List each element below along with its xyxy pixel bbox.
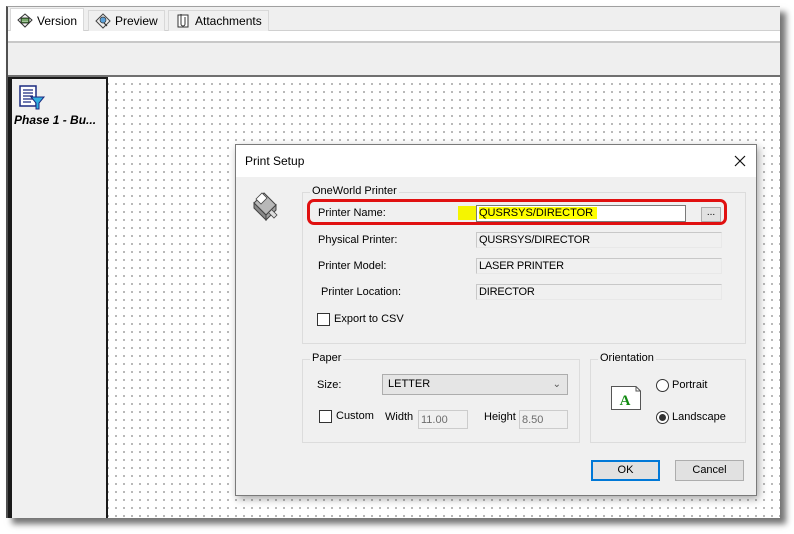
orientation-preview-icon: A <box>611 386 641 410</box>
size-label: Size: <box>317 379 342 391</box>
cancel-button[interactable]: Cancel <box>675 460 744 481</box>
paper-size-value: LETTER <box>388 378 431 390</box>
report-list-pane: Phase 1 - Bu... <box>8 77 108 518</box>
group-legend: OneWorld Printer <box>310 185 399 197</box>
report-filter-icon <box>19 85 46 110</box>
dialog-title: Print Setup <box>245 154 305 168</box>
width-input[interactable]: 11.00 <box>418 410 468 429</box>
height-label: Height <box>484 411 516 423</box>
ok-button[interactable]: OK <box>591 460 660 481</box>
landscape-radio[interactable] <box>656 411 669 424</box>
custom-size-checkbox[interactable] <box>319 410 332 423</box>
printer-location-label: Printer Location: <box>321 286 402 298</box>
tab-label: Preview <box>115 14 158 28</box>
printer-icon <box>253 192 278 221</box>
tab-content-strip <box>8 31 780 43</box>
width-label: Width <box>385 411 414 423</box>
printer-name-callout <box>307 199 727 225</box>
print-setup-dialog: Print Setup OneWorld Printer Printer Nam… <box>235 144 757 496</box>
orientation-letter: A <box>620 393 631 409</box>
tab-preview[interactable]: Preview <box>88 10 165 31</box>
export-csv-checkbox[interactable] <box>317 313 330 326</box>
physical-printer-field: QUSRSYS/DIRECTOR <box>476 232 722 248</box>
printer-model-field: LASER PRINTER <box>476 258 722 274</box>
physical-printer-label: Physical Printer: <box>318 234 398 246</box>
portrait-label: Portrait <box>672 379 708 391</box>
custom-label: Custom <box>336 410 374 422</box>
paper-group: Paper <box>302 352 580 443</box>
close-button[interactable] <box>730 151 750 171</box>
orientation-group: Orientation A <box>590 352 746 443</box>
paper-size-select[interactable]: LETTER ⌄ <box>382 374 568 395</box>
toolbar-area <box>8 45 780 77</box>
printer-location-field: DIRECTOR <box>476 284 722 300</box>
close-icon <box>734 155 746 167</box>
chevron-down-icon: ⌄ <box>552 379 561 390</box>
tab-version[interactable]: Version <box>10 8 85 32</box>
portrait-radio[interactable] <box>656 379 669 392</box>
export-csv-label: Export to CSV <box>334 313 404 325</box>
tab-bar: Version Preview Attachments <box>8 7 780 32</box>
preview-icon <box>95 13 111 29</box>
dialog-title-bar: Print Setup <box>236 145 756 177</box>
version-icon <box>17 12 33 28</box>
group-legend: Orientation <box>598 352 656 364</box>
landscape-label: Landscape <box>672 411 726 423</box>
height-input[interactable]: 8.50 <box>519 410 568 429</box>
attachments-icon <box>177 14 189 28</box>
tab-label: Version <box>37 13 78 28</box>
report-label: Phase 1 - Bu... <box>14 113 97 127</box>
group-legend: Paper <box>310 352 344 364</box>
tab-attachments[interactable]: Attachments <box>168 10 269 31</box>
tab-label: Attachments <box>195 14 262 28</box>
printer-model-label: Printer Model: <box>318 260 387 272</box>
